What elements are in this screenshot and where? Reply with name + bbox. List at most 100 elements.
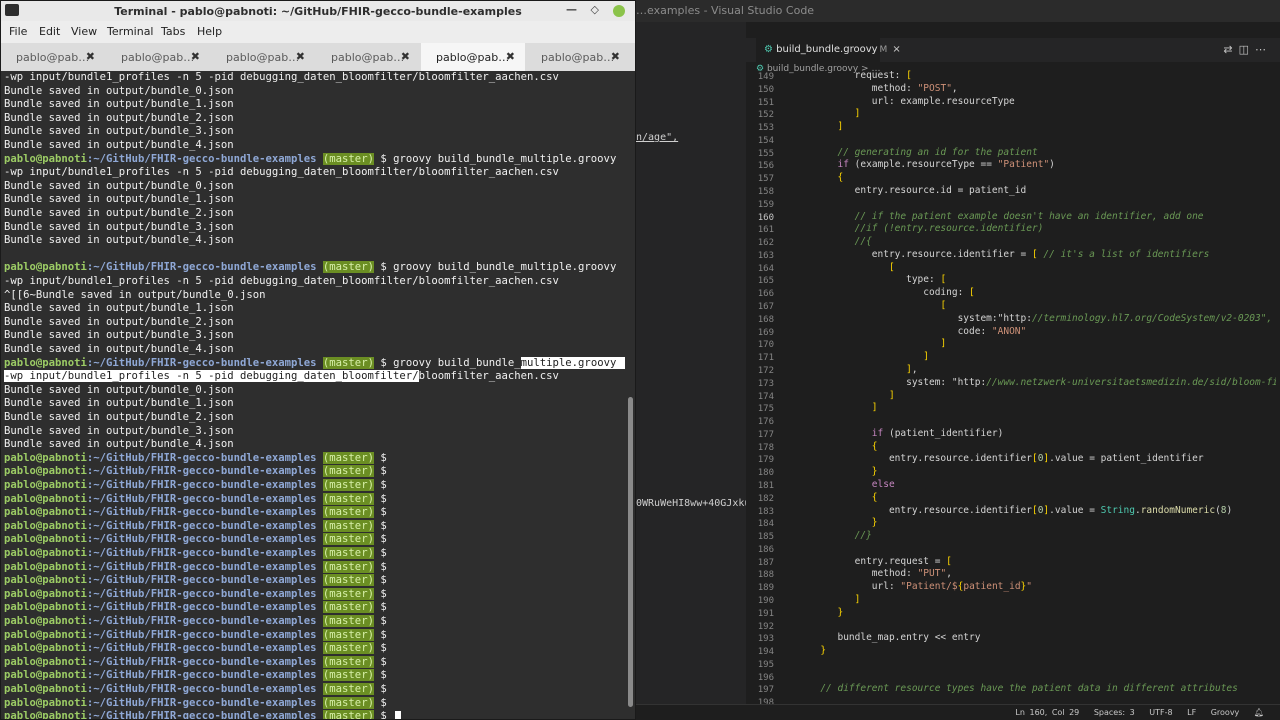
close-icon[interactable]: ✖ xyxy=(191,50,200,63)
terminal-line: pablo@pabnoti:~/GitHub/FHIR-gecco-bundle… xyxy=(4,628,394,641)
code-line: bundle_map.entry << entry xyxy=(786,632,981,644)
close-window-icon[interactable] xyxy=(613,5,625,17)
more-icon[interactable]: ⋯ xyxy=(1255,43,1272,56)
terminal-line: Bundle saved in output/bundle_2.json xyxy=(4,411,234,423)
terminal-line: Bundle saved in output/bundle_4.json xyxy=(4,438,234,451)
line-number: 193 xyxy=(757,634,774,645)
compare-icon[interactable]: ⇄ xyxy=(1223,43,1238,56)
code-line: ] xyxy=(871,402,878,414)
terminal-tab[interactable]: pablo@pab… ✖ xyxy=(1,43,105,71)
code-line: entry.resource.identifier = [ // it's a … xyxy=(786,248,1210,260)
code-line: else xyxy=(871,478,895,490)
line-number: 160 xyxy=(757,212,774,223)
terminal-window: Terminal - pablo@pabnoti: ~/GitHub/FHIR-… xyxy=(0,0,636,720)
status-eol[interactable]: LF xyxy=(1187,708,1196,717)
line-number: 156 xyxy=(757,161,774,172)
line-number: 177 xyxy=(757,429,774,440)
status-language[interactable]: Groovy xyxy=(1211,708,1240,717)
terminal-tab-label: pablo@pab… xyxy=(436,51,510,64)
close-icon[interactable]: ✖ xyxy=(506,50,515,63)
menu-file[interactable]: File xyxy=(9,25,27,38)
line-number: 149 xyxy=(757,72,774,82)
code-line: ] xyxy=(854,593,861,605)
split-editor-icon[interactable]: ◫ xyxy=(1239,43,1255,56)
code-line: entry.resource.identifier[0].value = pat… xyxy=(786,453,1204,465)
terminal-line: Bundle saved in output/bundle_0.json xyxy=(4,84,234,97)
terminal-line: Bundle saved in output/bundle_1.json xyxy=(4,98,234,111)
line-number: 195 xyxy=(757,659,774,670)
groovy-file-icon: ⚙ xyxy=(764,44,777,55)
close-icon[interactable]: ✖ xyxy=(296,50,305,63)
terminal-line: Bundle saved in output/bundle_1.json xyxy=(4,302,234,315)
close-icon[interactable]: ✖ xyxy=(611,50,620,63)
terminal-line: pablo@pabnoti:~/GitHub/FHIR-gecco-bundle… xyxy=(4,492,394,505)
line-number: 153 xyxy=(757,123,774,134)
terminal-tab-active[interactable]: pablo@pab… ✖ xyxy=(421,43,525,71)
line-number: 151 xyxy=(757,97,774,108)
terminal-line: -wp input/bundle1_profiles -n 5 -pid deb… xyxy=(4,275,559,287)
editor-tab-build-bundle[interactable]: ⚙ build_bundle.groovy M × xyxy=(756,38,901,62)
minimize-icon[interactable]: — xyxy=(566,3,577,16)
terminal-line: pablo@pabnoti:~/GitHub/FHIR-gecco-bundle… xyxy=(4,560,394,573)
status-encoding[interactable]: UTF-8 xyxy=(1149,708,1172,717)
terminal-line: -wp input/bundle1_profiles -n 5 -pid deb… xyxy=(4,71,559,83)
code-line: // generating an id for the patient xyxy=(837,146,1038,158)
vscode-side-panel: n/age", 0WRuWeHI8ww+40GJxkuA xyxy=(636,22,746,720)
code-line: [ xyxy=(940,300,947,312)
code-line: // if the patient example doesn't have a… xyxy=(854,210,1204,222)
line-number: 173 xyxy=(757,378,774,389)
code-line: { xyxy=(837,172,844,184)
terminal-scrollbar[interactable] xyxy=(625,71,635,719)
line-number: 157 xyxy=(757,174,774,185)
code-line: method: "POST", xyxy=(786,82,958,94)
code-line: } xyxy=(871,466,878,478)
line-number: 165 xyxy=(757,276,774,287)
code-line: url: "Patient/${patient_id}" xyxy=(786,581,1033,593)
menu-terminal[interactable]: Terminal xyxy=(107,25,154,38)
code-line: } xyxy=(871,517,878,529)
bell-icon[interactable]: 🔔︎ xyxy=(1254,708,1264,717)
line-number: 170 xyxy=(757,340,774,351)
code-line: ] xyxy=(940,338,947,350)
line-number: 163 xyxy=(757,250,774,261)
menu-help[interactable]: Help xyxy=(197,25,222,38)
code-line: ] xyxy=(888,389,895,401)
code-line: //if (!entry.resource.identifier) xyxy=(854,223,1044,235)
terminal-tab[interactable]: pablo@pab… ✖ xyxy=(106,43,210,71)
terminal-line: pablo@pabnoti:~/GitHub/FHIR-gecco-bundle… xyxy=(4,152,617,165)
maximize-icon[interactable]: ◇ xyxy=(591,3,599,16)
line-number: 183 xyxy=(757,506,774,517)
line-number: 184 xyxy=(757,519,774,530)
terminal-line: pablo@pabnoti:~/GitHub/FHIR-gecco-bundle… xyxy=(4,587,394,600)
terminal-line: pablo@pabnoti:~/GitHub/FHIR-gecco-bundle… xyxy=(4,655,394,668)
line-number: 187 xyxy=(757,557,774,568)
menu-tabs[interactable]: Tabs xyxy=(161,25,185,38)
close-icon[interactable]: ✖ xyxy=(401,50,410,63)
terminal-output[interactable]: -wp input/bundle1_profiles -n 5 -pid deb… xyxy=(1,71,625,719)
close-icon[interactable]: × xyxy=(892,44,900,55)
close-icon[interactable]: ✖ xyxy=(86,50,95,63)
line-number: 194 xyxy=(757,647,774,658)
code-line: system: "http://www.netzwerk-universitae… xyxy=(786,376,1276,388)
line-number: 175 xyxy=(757,404,774,415)
code-line: ] xyxy=(923,351,930,363)
terminal-tab[interactable]: pablo@pab… ✖ xyxy=(526,43,630,71)
code-line: { xyxy=(871,440,878,452)
status-spaces[interactable]: Spaces: 3 xyxy=(1094,708,1135,717)
status-position[interactable]: Ln 160, Col 29 xyxy=(1015,708,1079,717)
line-number: 191 xyxy=(757,608,774,619)
code-editor[interactable]: request: [ method: "POST", url: example.… xyxy=(786,70,1276,704)
scrollbar-thumb[interactable] xyxy=(628,397,633,707)
menu-edit[interactable]: Edit xyxy=(39,25,60,38)
terminal-line: -wp input/bundle1_profiles -n 5 -pid deb… xyxy=(4,166,559,179)
menu-view[interactable]: View xyxy=(71,25,97,38)
line-number: 154 xyxy=(757,135,774,146)
code-line: entry.resource.id = patient_id xyxy=(786,185,1027,197)
terminal-tab[interactable]: pablo@pab… ✖ xyxy=(316,43,420,71)
terminal-line: pablo@pabnoti:~/GitHub/FHIR-gecco-bundle… xyxy=(4,574,394,587)
terminal-line: pablo@pabnoti:~/GitHub/FHIR-gecco-bundle… xyxy=(4,356,625,371)
terminal-tab[interactable]: pablo@pab… ✖ xyxy=(211,43,315,71)
line-number-gutter: 149 150 151 152 153 154 155 156 157 158 159 160 161 1… xyxy=(746,70,780,708)
editor-tab-label: build_bundle.groovy xyxy=(776,44,878,55)
line-number: 161 xyxy=(757,225,774,236)
